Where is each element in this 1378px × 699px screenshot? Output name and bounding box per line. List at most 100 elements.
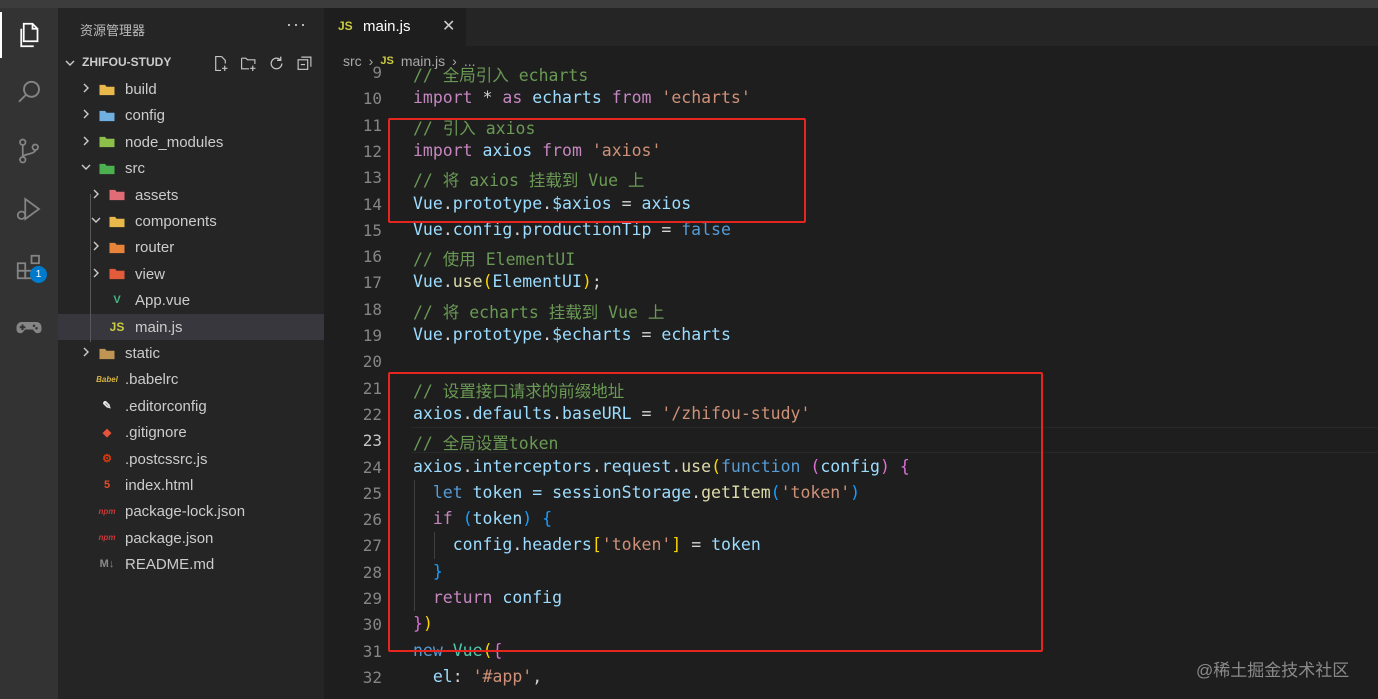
tree-item[interactable]: assets [58, 182, 324, 208]
tree-item[interactable]: ✎ .editorconfig [58, 393, 324, 419]
tree-item[interactable]: src [58, 155, 324, 181]
line-number: 14 [362, 194, 382, 214]
chevron-right-icon [93, 268, 99, 278]
tree-item[interactable]: V App.vue [58, 287, 324, 313]
code-token: ) [581, 272, 592, 292]
close-icon[interactable]: ✕ [442, 16, 455, 36]
line-number: 16 [362, 247, 382, 267]
code-line: 10 import * as echarts from 'echarts' [324, 85, 1378, 111]
folder-view-icon [108, 266, 126, 282]
babel-file-icon: Babel [96, 374, 118, 384]
tree-item[interactable]: node_modules [58, 129, 324, 155]
line-number: 10 [362, 89, 382, 109]
code-text: el: '#app', [413, 667, 542, 686]
folder-assets-icon [108, 187, 126, 203]
explorer-title: 资源管理器 [80, 23, 146, 38]
npm-file-icon: npm [98, 506, 116, 516]
code-token: echarts [661, 325, 731, 344]
code-line: 9 // 全局引入 echarts [324, 66, 1378, 85]
code-token: as [502, 88, 523, 108]
source-control-icon[interactable] [0, 128, 58, 174]
tree-item-label: README.md [125, 556, 215, 574]
tree-item-label: main.js [135, 318, 183, 336]
tree-item-label: package.json [125, 529, 214, 547]
tree-item[interactable]: ⚙ .postcssrc.js [58, 446, 324, 472]
line-number: 29 [362, 589, 382, 608]
tree-item[interactable]: npm package-lock.json [58, 498, 324, 524]
folder-config-icon [98, 107, 116, 123]
tree-item-label: components [135, 213, 217, 230]
tree-item[interactable]: Babel .babelrc [58, 366, 324, 392]
tree-item-label: node_modules [125, 133, 224, 151]
code-token: // 使用 ElementUI [413, 250, 576, 270]
folder-router-icon [108, 239, 126, 255]
extensions-icon[interactable] [0, 244, 58, 290]
code-text: // 全局引入 echarts [413, 66, 588, 86]
code-token: . [442, 325, 453, 344]
tree-item[interactable]: components [58, 208, 324, 234]
code-token: use [452, 272, 483, 292]
line-number: 22 [362, 404, 382, 424]
code-text: Vue.use(ElementUI); [413, 272, 602, 291]
line-number: 25 [362, 483, 382, 503]
code-line: 20 [324, 348, 1378, 374]
extensions-badge: 1 [30, 266, 47, 283]
highlight-box-axios-import [388, 118, 806, 223]
line-number: 24 [362, 457, 382, 477]
search-icon[interactable] [0, 70, 58, 116]
project-name: ZHIFOU-STUDY [82, 55, 172, 69]
markdown-file-icon: M↓ [99, 558, 115, 571]
code-line: 18 // 将 echarts 挂载到 Vue 上 [324, 296, 1378, 322]
tree-item-label: package-lock.json [125, 503, 246, 521]
tree-item-label: assets [135, 186, 179, 204]
tree-item[interactable]: M↓ README.md [58, 551, 324, 577]
new-file-icon[interactable] [210, 53, 230, 73]
code-token: Vue [413, 272, 443, 292]
code-token: prototype [452, 325, 543, 344]
tree-item[interactable]: build [58, 76, 324, 102]
code-text: // 使用 ElementUI [413, 246, 575, 270]
tree-item[interactable]: npm package.json [58, 525, 324, 551]
code-token: , [532, 666, 543, 686]
chevron-down-icon [65, 60, 75, 66]
code-token: . [542, 325, 553, 344]
code-token: . [442, 272, 453, 292]
tree-item-label: build [125, 81, 157, 98]
code-token: ElementUI [492, 272, 582, 292]
chevron-right-icon [83, 109, 89, 119]
explorer-files-icon[interactable] [0, 12, 58, 58]
more-actions-icon[interactable]: ··· [286, 14, 307, 35]
html-file-icon: 5 [103, 479, 111, 491]
collapse-all-icon[interactable] [294, 53, 314, 73]
tree-item[interactable]: config [58, 102, 324, 128]
code-token: // 将 echarts 挂载到 Vue 上 [413, 302, 665, 322]
refresh-icon[interactable] [266, 53, 286, 73]
tab-main-js[interactable]: JS main.js ✕ [324, 8, 466, 46]
code-line: 19 Vue.prototype.$echarts = echarts [324, 322, 1378, 348]
tree-item-label: index.html [125, 477, 194, 494]
tree-item[interactable]: 5 index.html [58, 472, 324, 498]
tree-item-label: .babelrc [125, 371, 179, 389]
tree-item[interactable]: static [58, 340, 324, 366]
folder-node-icon [98, 134, 116, 150]
line-number: 28 [362, 562, 382, 582]
tree-item-label: .editorconfig [125, 397, 207, 415]
line-number: 20 [362, 352, 382, 372]
run-debug-icon[interactable] [0, 186, 58, 232]
line-number: 30 [362, 615, 382, 635]
code-token: * [472, 88, 503, 108]
line-number: 9 [372, 66, 382, 82]
chevron-right-icon [83, 83, 89, 93]
explorer-sidebar: 资源管理器 ··· ZHIFOU-STUDY build config node_m… [58, 8, 324, 699]
gamepad-icon[interactable] [0, 304, 58, 350]
tree-item[interactable]: JS main.js [58, 313, 324, 340]
tree-item[interactable]: router [58, 234, 324, 260]
tree-item[interactable]: ◆ .gitignore [58, 419, 324, 445]
new-folder-icon[interactable] [238, 53, 258, 73]
tree-item-label: view [135, 265, 166, 283]
code-token: 'echarts' [661, 88, 751, 108]
tree-item[interactable]: view [58, 261, 324, 287]
project-header[interactable]: ZHIFOU-STUDY [58, 52, 324, 74]
code-token: ; [591, 272, 602, 292]
line-number: 17 [362, 273, 382, 293]
